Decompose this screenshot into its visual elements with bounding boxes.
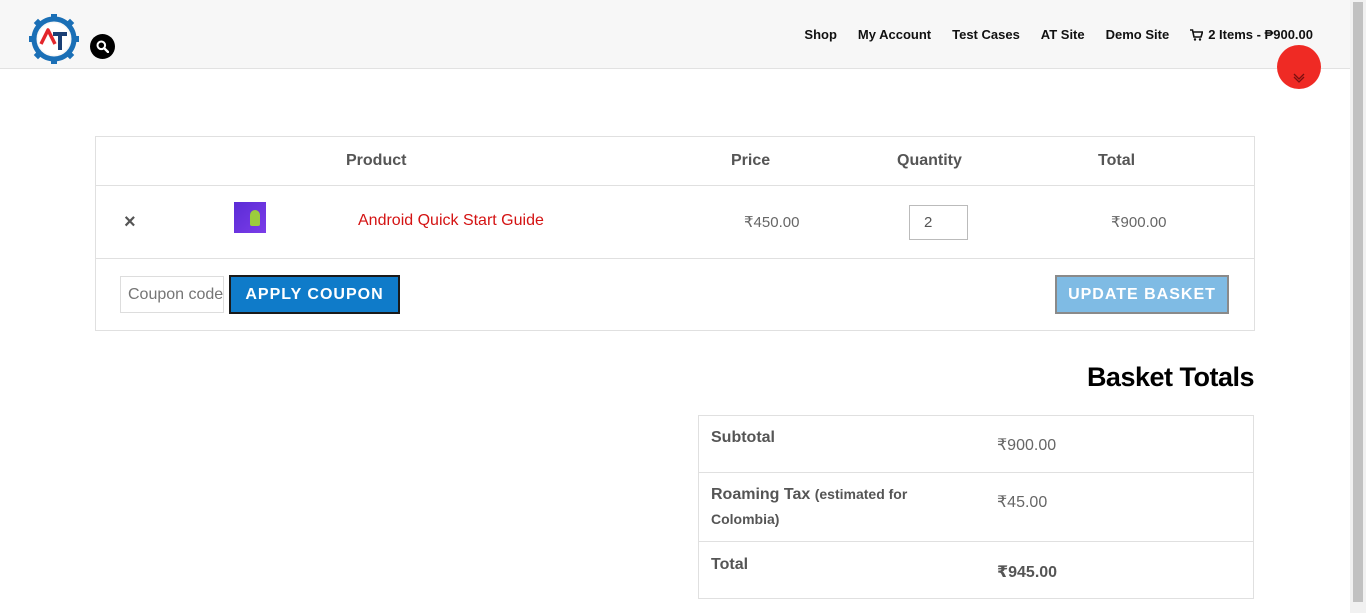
site-header: Shop My Account Test Cases AT Site Demo … <box>0 0 1350 69</box>
site-logo[interactable] <box>28 13 80 65</box>
cart-summary: 2 Items - ₱900.00 <box>1208 27 1313 42</box>
nav-at-site[interactable]: AT Site <box>1041 27 1085 42</box>
scroll-down-button[interactable] <box>1277 45 1321 89</box>
cart-table-header: Product Price Quantity Total <box>96 137 1254 186</box>
order-total-value: ₹945.00 <box>997 564 1058 581</box>
search-button[interactable] <box>90 34 115 59</box>
roaming-tax-value: ₹45.00 <box>997 494 1048 511</box>
subtotal-value: ₹900.00 <box>997 437 1057 454</box>
column-product: Product <box>346 152 407 169</box>
cart-table: Product Price Quantity Total × Android Q… <box>95 136 1255 331</box>
quantity-input[interactable] <box>909 205 968 240</box>
main-nav: Shop My Account Test Cases AT Site Demo … <box>783 27 1313 42</box>
remove-item-button[interactable]: × <box>124 211 136 234</box>
nav-my-account[interactable]: My Account <box>858 27 931 42</box>
nav-cart[interactable]: 2 Items - ₱900.00 <box>1190 27 1313 42</box>
chevron-down-icon <box>1293 73 1305 83</box>
order-total-row: Total ₹945.00 <box>699 542 1253 599</box>
product-name-link[interactable]: Android Quick Start Guide <box>358 212 544 230</box>
apply-coupon-button[interactable]: APPLY COUPON <box>229 275 400 314</box>
column-quantity: Quantity <box>897 152 962 169</box>
coupon-code-input[interactable] <box>120 276 224 313</box>
cart-icon <box>1190 28 1204 41</box>
page-scrollbar[interactable] <box>1350 0 1366 613</box>
table-row: × Android Quick Start Guide ₹450.00 ₹900… <box>96 186 1254 259</box>
nav-demo-site[interactable]: Demo Site <box>1106 27 1170 42</box>
roaming-tax-row: Roaming Tax (estimated for Colombia) ₹45… <box>699 473 1253 542</box>
search-icon <box>96 40 109 53</box>
basket-totals-heading: Basket Totals <box>1086 362 1255 392</box>
basket-totals-table: Subtotal ₹900.00 Roaming Tax (estimated … <box>698 415 1254 599</box>
column-price: Price <box>731 152 771 169</box>
item-total: ₹900.00 <box>1111 214 1167 231</box>
scrollbar-thumb[interactable] <box>1353 2 1363 602</box>
nav-shop[interactable]: Shop <box>804 27 837 42</box>
nav-test-cases[interactable]: Test Cases <box>952 27 1020 42</box>
roaming-tax-title: Roaming Tax <box>711 486 811 503</box>
update-basket-button[interactable]: UPDATE BASKET <box>1055 275 1229 314</box>
roaming-tax-label: Roaming Tax (estimated for Colombia) <box>711 482 941 532</box>
subtotal-label: Subtotal <box>711 429 775 446</box>
product-thumbnail[interactable] <box>234 202 266 233</box>
item-price: ₹450.00 <box>744 214 800 231</box>
subtotal-row: Subtotal ₹900.00 <box>699 416 1253 473</box>
order-total-label: Total <box>711 556 749 573</box>
column-total: Total <box>1098 152 1136 169</box>
